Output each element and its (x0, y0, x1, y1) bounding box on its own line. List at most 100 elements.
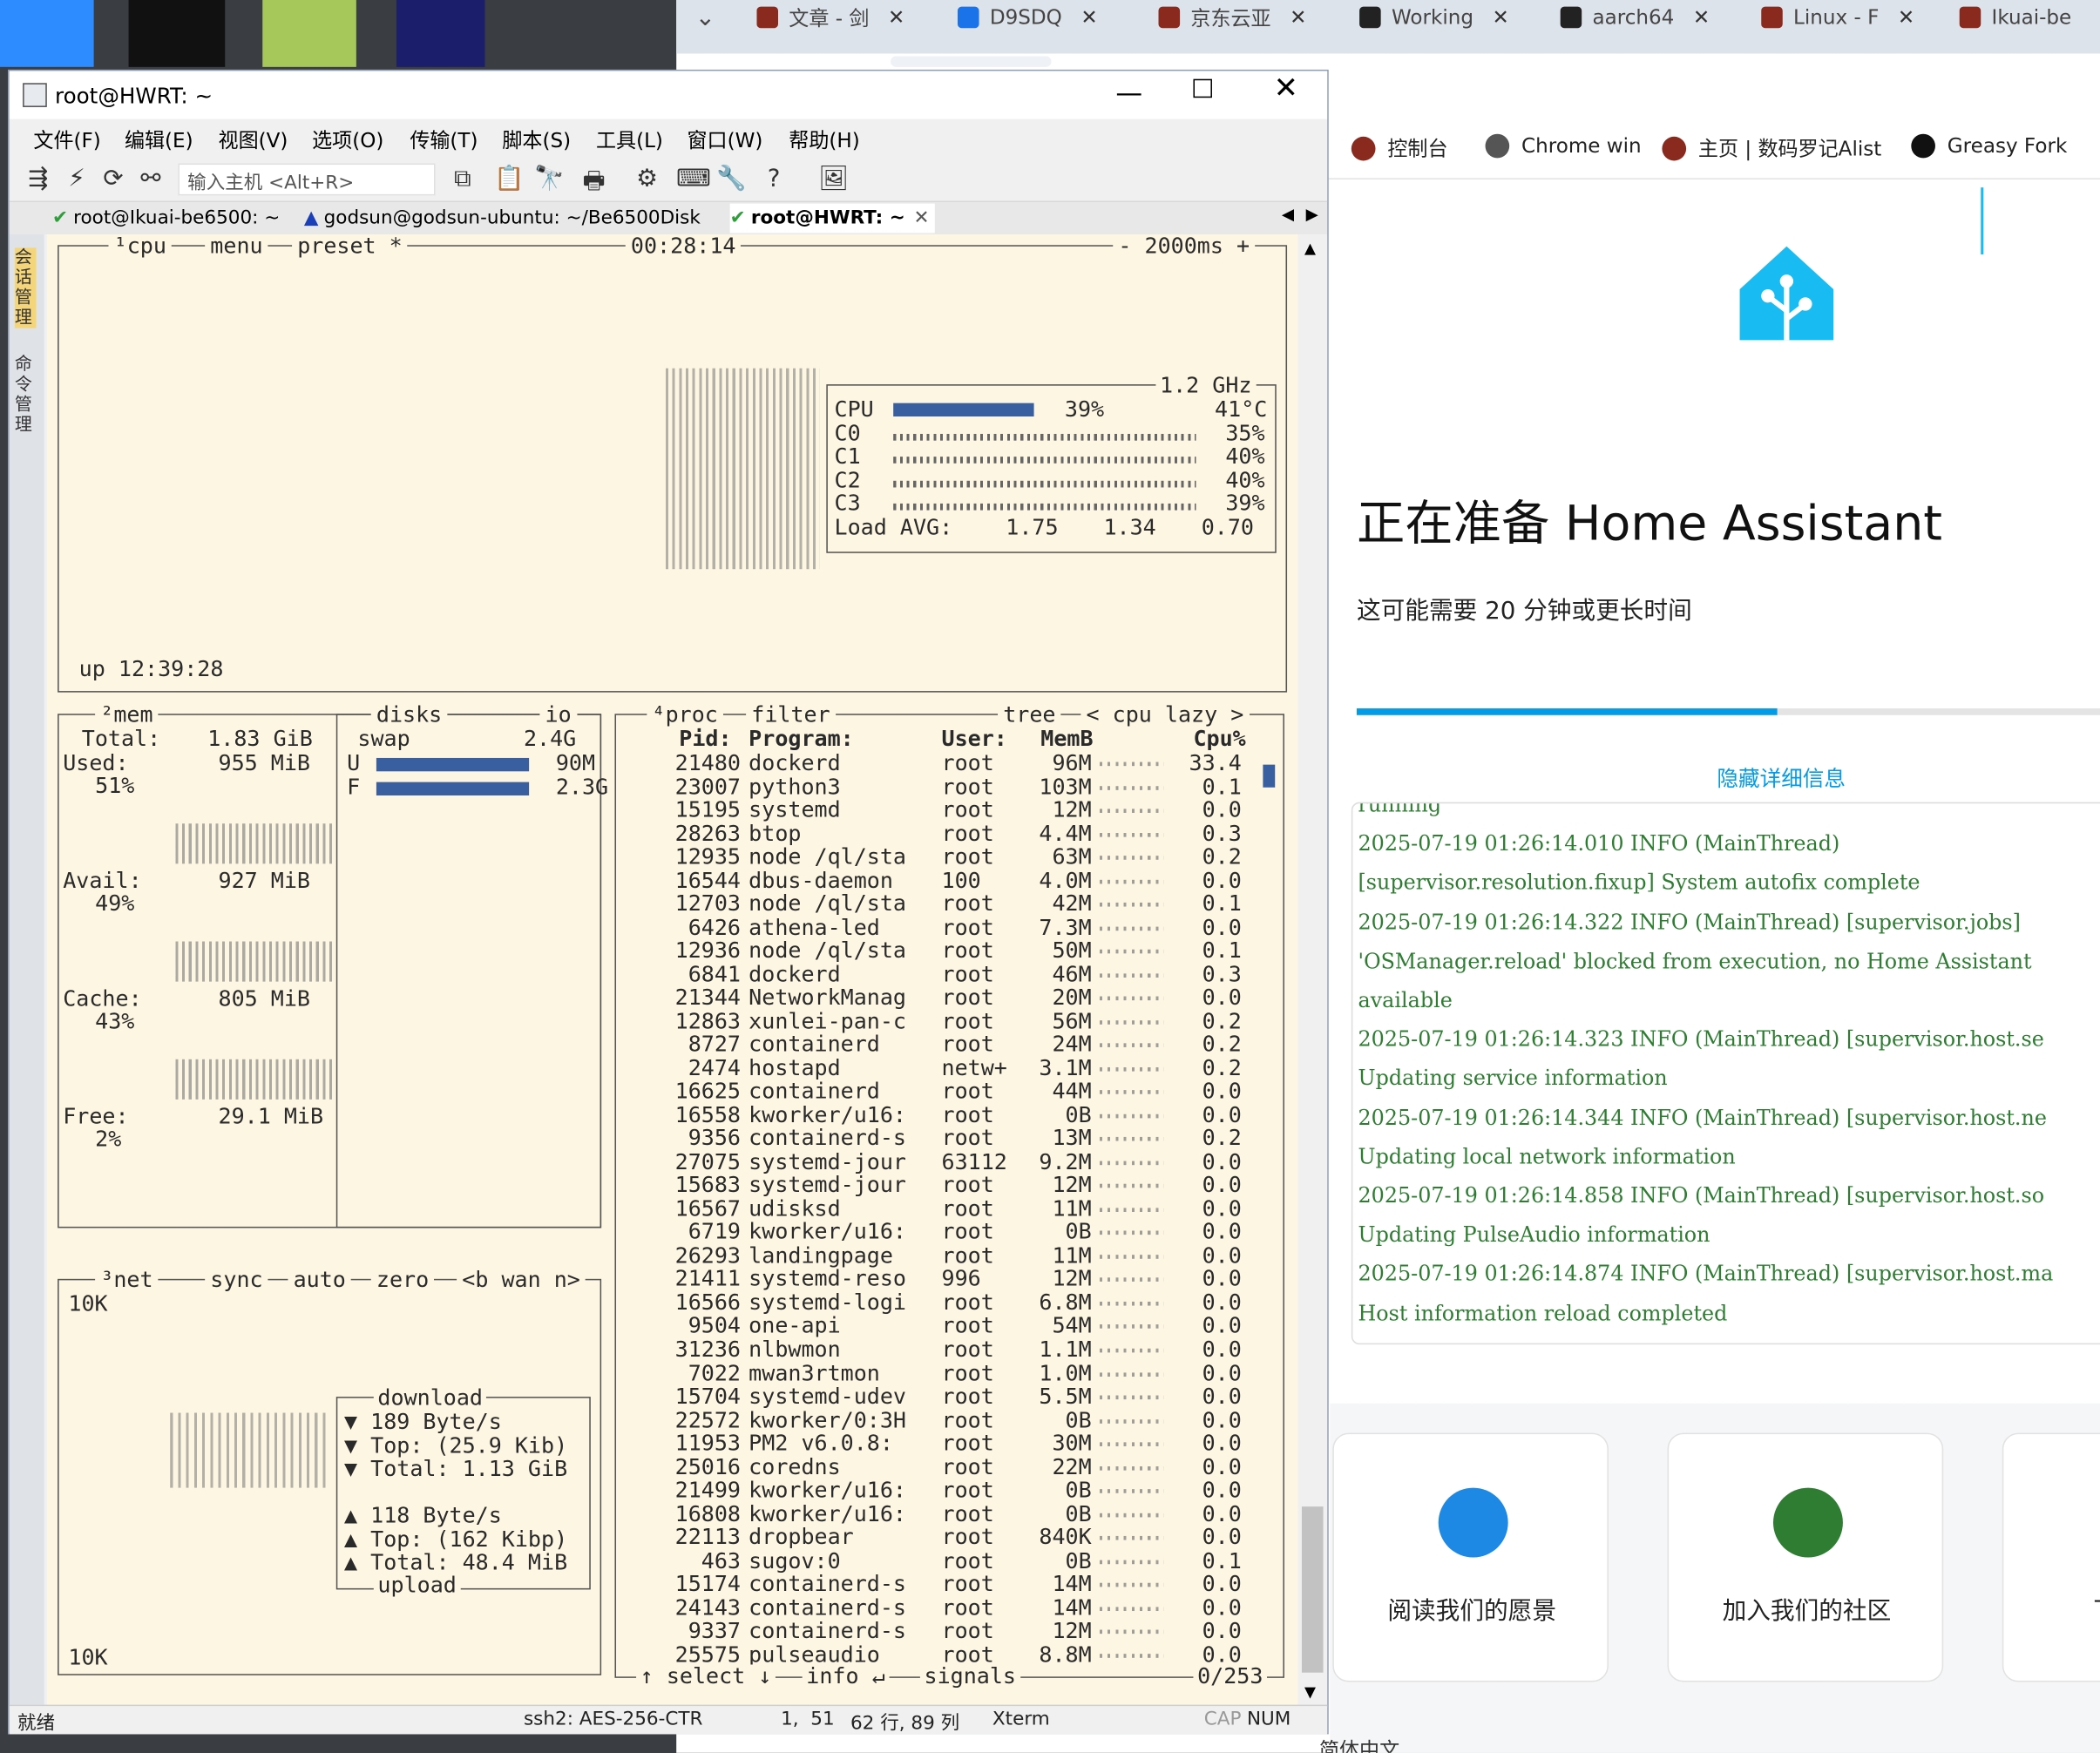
table-row[interactable]: 11953 PM2 v6.0.8: root 30M 0.0 (623, 1432, 1266, 1454)
hex-editor-app-icon[interactable] (396, 0, 485, 67)
table-row[interactable]: 31236 nlbwmon root 1.1M 0.0 (623, 1337, 1266, 1360)
find-icon[interactable]: 🔭 (534, 165, 564, 193)
toggle-details-link[interactable]: 隐藏详细信息 (1717, 761, 1846, 793)
browser-tab[interactable]: Linux - F ✕ (1761, 0, 1948, 35)
table-row[interactable]: 6841 dockerd root 46M 0.3 (623, 963, 1266, 985)
notepad-app-icon[interactable] (262, 0, 356, 67)
host-input[interactable]: 输入主机 <Alt+R> (178, 163, 436, 196)
table-row[interactable]: 21480 dockerd root 96M 33.4 (623, 751, 1266, 774)
menu-8[interactable]: 帮助(H) (789, 125, 859, 153)
table-row[interactable]: 15174 containerd-s root 14M 0.0 (623, 1573, 1266, 1595)
table-row[interactable]: 24143 containerd-s root 14M 0.0 (623, 1596, 1266, 1619)
tab-close-icon[interactable]: ✕ (1693, 5, 1710, 30)
browser-tab[interactable]: D9SDQ ✕ (957, 0, 1145, 35)
session-tab[interactable]: ✔ root@Ikuai-be6500: ~ (52, 204, 280, 234)
scroll-down-icon[interactable]: ▼ (1304, 1683, 1316, 1701)
table-row[interactable]: 25016 coredns root 22M 0.0 (623, 1455, 1266, 1478)
table-row[interactable]: 22113 dropbear root 840K 0.0 (623, 1526, 1266, 1548)
close-icon[interactable]: ✕ (1274, 72, 1298, 105)
print-icon[interactable]: 🖶 (583, 165, 606, 205)
tab-close-icon[interactable]: ✕ (913, 207, 929, 229)
browser-tab[interactable]: 文章 - 剑 ✕ (756, 0, 944, 35)
settings-icon[interactable]: ⚙ (636, 165, 658, 193)
table-row[interactable]: 25575 pulseaudio root 8.8M 0.0 (623, 1643, 1266, 1666)
ha-link-card[interactable]: 下载我们 (2002, 1432, 2100, 1682)
table-row[interactable]: 6426 athena-led root 7.3M 0.0 (623, 916, 1266, 938)
table-row[interactable]: 2474 hostapd netw+ 3.1M 0.2 (623, 1056, 1266, 1079)
table-row[interactable]: 23007 python3 root 103M 0.1 (623, 775, 1266, 797)
help-icon[interactable]: ? (768, 165, 781, 193)
tab-scroll-left-icon[interactable]: ◀ (1282, 205, 1294, 224)
table-row[interactable]: 9356 containerd-s root 13M 0.2 (623, 1127, 1266, 1149)
tab-close-icon[interactable]: ✕ (1493, 5, 1509, 30)
tab-close-icon[interactable]: ✕ (1290, 5, 1306, 30)
maximize-icon[interactable] (1193, 78, 1212, 98)
table-row[interactable]: 15704 systemd-udev root 5.5M 0.0 (623, 1384, 1266, 1407)
keymap-icon[interactable]: ⌨ (676, 165, 711, 193)
table-row[interactable]: 16558 kworker/u16: root 0B 0.0 (623, 1103, 1266, 1126)
browser-tab[interactable]: Working ✕ (1359, 0, 1547, 35)
session-tab[interactable]: ▲ godsun@godsun-ubuntu: ~/Be6500Disk (304, 204, 701, 234)
screenshot-icon[interactable]: 🖼 (818, 165, 849, 193)
table-row[interactable]: 16808 kworker/u16: root 0B 0.0 (623, 1502, 1266, 1525)
ha-link-card[interactable]: 加入我们的社区 (1667, 1432, 1944, 1682)
table-row[interactable]: 22572 kworker/0:3H root 0B 0.0 (623, 1408, 1266, 1431)
table-row[interactable]: 6719 kworker/u16: root 0B 0.0 (623, 1221, 1266, 1243)
table-row[interactable]: 27075 systemd-jour 63112 9.2M 0.0 (623, 1150, 1266, 1173)
tab-close-icon[interactable]: ✕ (1898, 5, 1914, 30)
bookmark-item[interactable]: 控制台 (1351, 134, 1448, 162)
table-row[interactable]: 9504 one-api root 54M 0.0 (623, 1315, 1266, 1337)
table-row[interactable]: 21344 NetworkManag root 20M 0.0 (623, 986, 1266, 1009)
sidebar-tab[interactable]: 会话管理 (14, 247, 37, 328)
reconnect-icon[interactable]: ⟳ (103, 165, 123, 193)
connect-icon[interactable]: ⇶ (28, 165, 48, 193)
menu-5[interactable]: 脚本(S) (502, 125, 571, 153)
session-tab[interactable]: ✔ root@HWRT: ~ ✕ (729, 203, 935, 234)
copy-icon[interactable]: ⧉ (454, 165, 471, 193)
disconnect-icon[interactable]: ⚯ (140, 165, 160, 193)
ha-link-card[interactable]: 阅读我们的愿景 (1332, 1432, 1609, 1682)
table-row[interactable]: 16544 dbus-daemon 100 4.0M 0.0 (623, 869, 1266, 891)
paste-icon[interactable]: 📋 (494, 165, 524, 193)
table-row[interactable]: 21499 kworker/u16: root 0B 0.0 (623, 1479, 1266, 1501)
menu-1[interactable]: 编辑(E) (125, 125, 193, 153)
tab-list-chevron-icon[interactable]: ⌄ (695, 0, 715, 35)
menu-2[interactable]: 视图(V) (219, 125, 288, 153)
table-row[interactable]: 12935 node /ql/sta root 63M 0.2 (623, 845, 1266, 868)
browser-tab[interactable]: 京东云亚 ✕ (1158, 0, 1346, 35)
sidebar-tab[interactable]: 命令管理 (15, 355, 37, 435)
proc-scroll-thumb[interactable] (1263, 764, 1276, 788)
table-row[interactable]: 16566 systemd-logi root 6.8M 0.0 (623, 1291, 1266, 1314)
minimize-icon[interactable]: — (1115, 77, 1142, 109)
table-row[interactable]: 28263 btop root 4.4M 0.3 (623, 822, 1266, 844)
table-row[interactable]: 15683 systemd-jour root 12M 0.0 (623, 1174, 1266, 1196)
menu-0[interactable]: 文件(F) (33, 125, 100, 153)
address-bar[interactable] (891, 56, 1052, 67)
table-row[interactable]: 12936 node /ql/sta root 50M 0.1 (623, 939, 1266, 962)
menu-4[interactable]: 传输(T) (410, 125, 478, 153)
sftp-icon[interactable]: 🔧 (716, 165, 746, 193)
table-row[interactable]: 8727 containerd root 24M 0.2 (623, 1032, 1266, 1055)
tab-close-icon[interactable]: ✕ (1080, 5, 1097, 30)
tab-close-icon[interactable]: ✕ (888, 5, 904, 30)
terminal-scrollbar[interactable]: ▲ ▼ (1297, 234, 1328, 1708)
table-row[interactable]: 16625 containerd root 44M 0.0 (623, 1080, 1266, 1102)
table-row[interactable]: 9337 containerd-s root 12M 0.0 (623, 1620, 1266, 1642)
table-row[interactable]: 12863 xunlei-pan-c root 56M 0.2 (623, 1009, 1266, 1032)
table-row[interactable]: 16567 udisksd root 11M 0.0 (623, 1197, 1266, 1220)
quick-connect-icon[interactable]: ⚡ (68, 165, 85, 193)
language-link[interactable]: 简体中文 (1319, 1736, 1399, 1753)
scroll-up-icon[interactable]: ▲ (1304, 240, 1316, 257)
menu-3[interactable]: 选项(O) (312, 125, 383, 153)
browser-tab[interactable]: Ikuai-be (1959, 0, 2100, 35)
table-row[interactable]: 26293 landingpage root 11M 0.0 (623, 1244, 1266, 1267)
table-row[interactable]: 12703 node /ql/sta root 42M 0.1 (623, 892, 1266, 915)
tab-scroll-right-icon[interactable]: ▶ (1306, 205, 1318, 224)
zoom-app-icon[interactable] (0, 0, 94, 67)
tiktok-app-icon[interactable] (128, 0, 226, 67)
menu-7[interactable]: 窗口(W) (687, 125, 762, 153)
table-row[interactable]: 463 sugov:0 root 0B 0.1 (623, 1549, 1266, 1572)
table-row[interactable]: 15195 systemd root 12M 0.0 (623, 798, 1266, 821)
bookmark-item[interactable]: Greasy Fork (1911, 133, 2067, 159)
table-row[interactable]: 7022 mwan3rtmon root 1.0M 0.0 (623, 1361, 1266, 1384)
